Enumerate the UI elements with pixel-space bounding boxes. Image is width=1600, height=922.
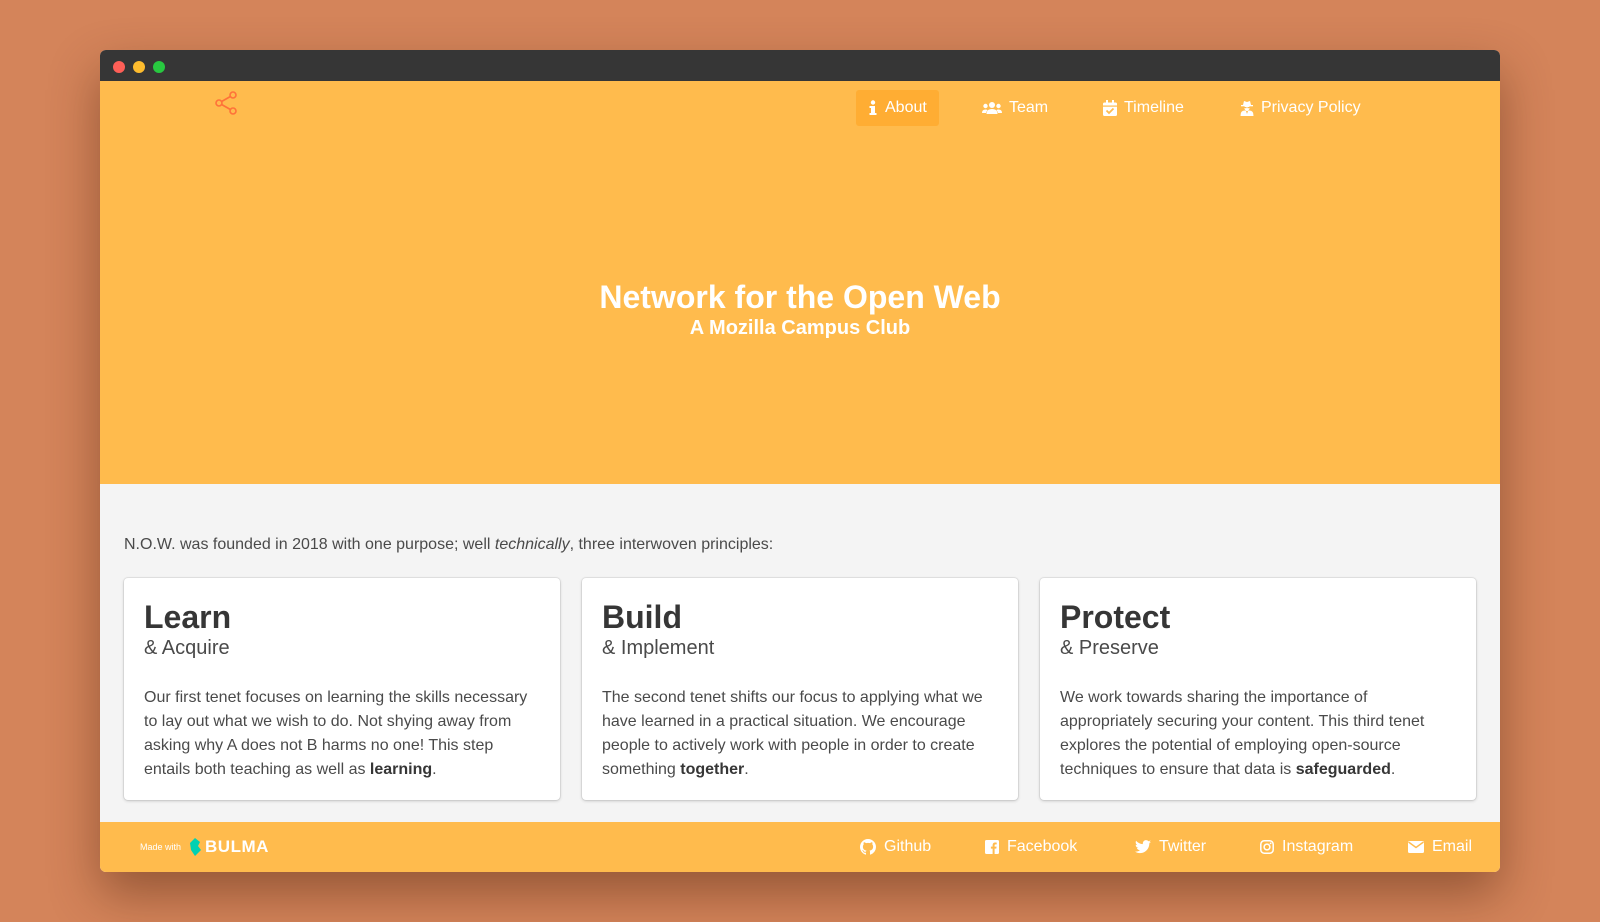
bulma-logo: BULMA: [189, 837, 269, 857]
footer-link-label: Instagram: [1282, 838, 1354, 855]
card-title: Build: [602, 599, 682, 635]
footer-link-label: Twitter: [1159, 838, 1207, 855]
footer-link-twitter[interactable]: Twitter: [1135, 822, 1206, 872]
close-window-button[interactable]: [113, 61, 125, 73]
info-icon: [869, 100, 877, 115]
card-subtitle: & Implement: [602, 637, 715, 660]
card-body: We work towards sharing the importance o…: [1060, 689, 1425, 779]
card-title: Learn: [144, 599, 232, 635]
card-title: Protect: [1060, 599, 1171, 635]
card-body: Our first tenet focuses on learning the …: [144, 689, 528, 779]
nav-item-privacy-policy[interactable]: Privacy Policy: [1228, 90, 1373, 126]
page-title: Network for the Open Web: [599, 279, 1001, 315]
principles-section: N.O.W. was founded in 2018 with one purp…: [100, 484, 1500, 822]
principle-card-protect: Protect & Preserve We work towards shari…: [1040, 578, 1476, 800]
browser-window: About Team Timeline Privacy Policy Netwo…: [100, 50, 1500, 872]
nav-item-timeline[interactable]: Timeline: [1091, 90, 1196, 126]
made-with-label: Made with: [140, 842, 182, 852]
nav-item-label: Timeline: [1124, 99, 1184, 116]
twitter-icon: [1135, 840, 1151, 854]
intro-emphasis: technically: [494, 536, 570, 553]
nav-item-about[interactable]: About: [856, 90, 939, 126]
card-highlight: learning: [369, 761, 433, 779]
nav-item-label: Team: [1009, 99, 1049, 116]
hero-section: About Team Timeline Privacy Policy Netwo…: [100, 81, 1500, 484]
window-titlebar: [100, 50, 1500, 81]
principle-card-build: Build & Implement The second tenet shift…: [582, 578, 1018, 800]
made-with-bulma-badge[interactable]: Made with BULMA: [140, 822, 269, 872]
github-icon: [860, 839, 876, 855]
nav-item-team[interactable]: Team: [970, 90, 1060, 126]
calendar-check-icon: [1103, 100, 1117, 116]
footer: Made with BULMA Github Facebook Twitter …: [100, 822, 1500, 872]
page-subtitle: A Mozilla Campus Club: [689, 317, 911, 339]
nav-item-label: About: [885, 99, 927, 116]
card-subtitle: & Acquire: [144, 637, 230, 660]
footer-link-label: Facebook: [1007, 838, 1078, 855]
top-navbar: About Team Timeline Privacy Policy: [100, 90, 1500, 126]
user-secret-icon: [1240, 101, 1254, 116]
bulma-wordmark: BULMA: [205, 837, 269, 856]
principle-card-learn: Learn & Acquire Our first tenet focuses …: [124, 578, 560, 800]
footer-link-label: Email: [1432, 838, 1473, 855]
footer-link-github[interactable]: Github: [860, 822, 931, 872]
footer-link-instagram[interactable]: Instagram: [1260, 822, 1353, 872]
bulma-icon: [190, 838, 202, 856]
intro-text: N.O.W. was founded in 2018 with one purp…: [124, 536, 774, 553]
nav-item-label: Privacy Policy: [1261, 99, 1361, 116]
minimize-window-button[interactable]: [133, 61, 145, 73]
instagram-icon: [1260, 840, 1274, 854]
facebook-icon: [985, 840, 999, 854]
users-icon: [982, 102, 1002, 114]
footer-link-email[interactable]: Email: [1408, 822, 1472, 872]
footer-link-facebook[interactable]: Facebook: [985, 822, 1077, 872]
footer-link-label: Github: [884, 838, 932, 855]
envelope-icon: [1408, 841, 1424, 853]
card-subtitle: & Preserve: [1060, 637, 1159, 660]
maximize-window-button[interactable]: [153, 61, 165, 73]
card-highlight: together: [680, 761, 745, 779]
card-highlight: safeguarded: [1295, 761, 1391, 779]
card-body: The second tenet shifts our focus to app…: [602, 689, 983, 779]
